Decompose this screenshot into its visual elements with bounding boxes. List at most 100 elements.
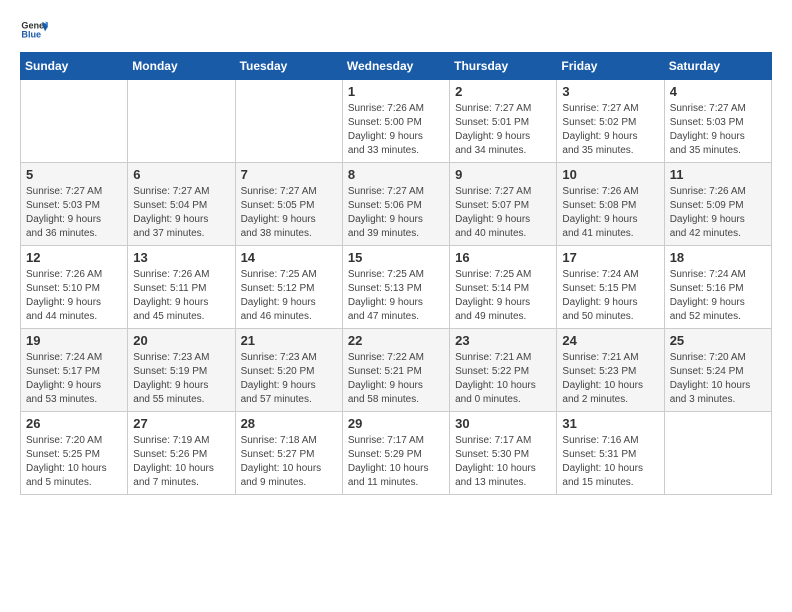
day-number: 22 [348, 333, 444, 348]
day-number: 14 [241, 250, 337, 265]
day-number: 29 [348, 416, 444, 431]
day-number: 21 [241, 333, 337, 348]
day-number: 9 [455, 167, 551, 182]
calendar-day-7: 7 Sunrise: 7:27 AM Sunset: 5:05 PM Daylig… [235, 163, 342, 246]
day-info: Sunrise: 7:23 AM Sunset: 5:19 PM Dayligh… [133, 351, 229, 407]
logo-icon: General Blue [20, 16, 48, 44]
day-number: 5 [26, 167, 122, 182]
svg-text:Blue: Blue [21, 30, 41, 40]
day-info: Sunrise: 7:27 AM Sunset: 5:03 PM Dayligh… [670, 102, 766, 158]
day-info: Sunrise: 7:23 AM Sunset: 5:20 PM Dayligh… [241, 351, 337, 407]
day-info: Sunrise: 7:22 AM Sunset: 5:21 PM Dayligh… [348, 351, 444, 407]
day-info: Sunrise: 7:24 AM Sunset: 5:16 PM Dayligh… [670, 268, 766, 324]
day-info: Sunrise: 7:27 AM Sunset: 5:02 PM Dayligh… [562, 102, 658, 158]
calendar-table: SundayMondayTuesdayWednesdayThursdayFrid… [20, 52, 772, 495]
day-info: Sunrise: 7:27 AM Sunset: 5:03 PM Dayligh… [26, 185, 122, 241]
calendar-day-23: 23Sunrise: 7:21 AM Sunset: 5:22 PM Dayli… [450, 329, 557, 412]
calendar-day-30: 30Sunrise: 7:17 AM Sunset: 5:30 PM Dayli… [450, 412, 557, 495]
day-info: Sunrise: 7:27 AM Sunset: 5:01 PM Dayligh… [455, 102, 551, 158]
calendar-week-row: 5 Sunrise: 7:27 AM Sunset: 5:03 PM Daylig… [21, 163, 772, 246]
day-info: Sunrise: 7:27 AM Sunset: 5:06 PM Dayligh… [348, 185, 444, 241]
calendar-day-16: 16 Sunrise: 7:25 AM Sunset: 5:14 PM Dayli… [450, 246, 557, 329]
calendar-empty-cell [21, 80, 128, 163]
calendar-day-14: 14 Sunrise: 7:25 AM Sunset: 5:12 PM Dayli… [235, 246, 342, 329]
calendar-day-2: 2Sunrise: 7:27 AM Sunset: 5:01 PM Daylig… [450, 80, 557, 163]
day-header-sunday: Sunday [21, 53, 128, 80]
day-info: Sunrise: 7:21 AM Sunset: 5:23 PM Dayligh… [562, 351, 658, 407]
day-info: Sunrise: 7:16 AM Sunset: 5:31 PM Dayligh… [562, 434, 658, 490]
day-info: Sunrise: 7:25 AM Sunset: 5:14 PM Dayligh… [455, 268, 551, 324]
day-info: Sunrise: 7:19 AM Sunset: 5:26 PM Dayligh… [133, 434, 229, 490]
day-number: 25 [670, 333, 766, 348]
day-number: 28 [241, 416, 337, 431]
calendar-day-26: 26Sunrise: 7:20 AM Sunset: 5:25 PM Dayli… [21, 412, 128, 495]
day-number: 12 [26, 250, 122, 265]
calendar-day-6: 6 Sunrise: 7:27 AM Sunset: 5:04 PM Daylig… [128, 163, 235, 246]
day-number: 19 [26, 333, 122, 348]
calendar-day-29: 29 Sunrise: 7:17 AM Sunset: 5:29 PM Dayli… [342, 412, 449, 495]
calendar-day-12: 12 Sunrise: 7:26 AM Sunset: 5:10 PM Dayli… [21, 246, 128, 329]
calendar-day-20: 20 Sunrise: 7:23 AM Sunset: 5:19 PM Dayli… [128, 329, 235, 412]
day-number: 26 [26, 416, 122, 431]
day-info: Sunrise: 7:25 AM Sunset: 5:12 PM Dayligh… [241, 268, 337, 324]
calendar-day-19: 19 Sunrise: 7:24 AM Sunset: 5:17 PM Dayli… [21, 329, 128, 412]
day-number: 18 [670, 250, 766, 265]
calendar-day-24: 24 Sunrise: 7:21 AM Sunset: 5:23 PM Dayli… [557, 329, 664, 412]
calendar-day-18: 18 Sunrise: 7:24 AM Sunset: 5:16 PM Dayli… [664, 246, 771, 329]
day-number: 8 [348, 167, 444, 182]
calendar-day-27: 27 Sunrise: 7:19 AM Sunset: 5:26 PM Dayli… [128, 412, 235, 495]
day-info: Sunrise: 7:17 AM Sunset: 5:29 PM Dayligh… [348, 434, 444, 490]
calendar-day-25: 25 Sunrise: 7:20 AM Sunset: 5:24 PM Dayli… [664, 329, 771, 412]
day-info: Sunrise: 7:27 AM Sunset: 5:05 PM Dayligh… [241, 185, 337, 241]
calendar-day-15: 15 Sunrise: 7:25 AM Sunset: 5:13 PM Dayli… [342, 246, 449, 329]
day-number: 23 [455, 333, 551, 348]
day-number: 7 [241, 167, 337, 182]
calendar-day-22: 22 Sunrise: 7:22 AM Sunset: 5:21 PM Dayli… [342, 329, 449, 412]
day-number: 27 [133, 416, 229, 431]
day-number: 31 [562, 416, 658, 431]
day-header-friday: Friday [557, 53, 664, 80]
calendar-empty-cell [235, 80, 342, 163]
day-header-tuesday: Tuesday [235, 53, 342, 80]
day-info: Sunrise: 7:27 AM Sunset: 5:07 PM Dayligh… [455, 185, 551, 241]
day-info: Sunrise: 7:18 AM Sunset: 5:27 PM Dayligh… [241, 434, 337, 490]
day-header-wednesday: Wednesday [342, 53, 449, 80]
calendar-header-row: SundayMondayTuesdayWednesdayThursdayFrid… [21, 53, 772, 80]
calendar-day-13: 13Sunrise: 7:26 AM Sunset: 5:11 PM Dayli… [128, 246, 235, 329]
calendar-day-17: 17 Sunrise: 7:24 AM Sunset: 5:15 PM Dayli… [557, 246, 664, 329]
day-info: Sunrise: 7:24 AM Sunset: 5:17 PM Dayligh… [26, 351, 122, 407]
day-header-thursday: Thursday [450, 53, 557, 80]
calendar-week-row: 1Sunrise: 7:26 AM Sunset: 5:00 PM Daylig… [21, 80, 772, 163]
day-info: Sunrise: 7:17 AM Sunset: 5:30 PM Dayligh… [455, 434, 551, 490]
calendar-day-8: 8 Sunrise: 7:27 AM Sunset: 5:06 PM Daylig… [342, 163, 449, 246]
day-info: Sunrise: 7:25 AM Sunset: 5:13 PM Dayligh… [348, 268, 444, 324]
day-number: 11 [670, 167, 766, 182]
calendar-day-4: 4 Sunrise: 7:27 AM Sunset: 5:03 PM Daylig… [664, 80, 771, 163]
day-number: 15 [348, 250, 444, 265]
calendar-day-11: 11Sunrise: 7:26 AM Sunset: 5:09 PM Dayli… [664, 163, 771, 246]
day-number: 20 [133, 333, 229, 348]
calendar-week-row: 19 Sunrise: 7:24 AM Sunset: 5:17 PM Dayli… [21, 329, 772, 412]
day-number: 4 [670, 84, 766, 99]
logo: General Blue [20, 16, 48, 44]
calendar-day-10: 10Sunrise: 7:26 AM Sunset: 5:08 PM Dayli… [557, 163, 664, 246]
day-info: Sunrise: 7:26 AM Sunset: 5:08 PM Dayligh… [562, 185, 658, 241]
page-header: General Blue [20, 16, 772, 44]
day-header-monday: Monday [128, 53, 235, 80]
day-number: 16 [455, 250, 551, 265]
day-number: 24 [562, 333, 658, 348]
day-info: Sunrise: 7:26 AM Sunset: 5:10 PM Dayligh… [26, 268, 122, 324]
day-number: 13 [133, 250, 229, 265]
day-number: 17 [562, 250, 658, 265]
day-number: 6 [133, 167, 229, 182]
calendar-day-1: 1Sunrise: 7:26 AM Sunset: 5:00 PM Daylig… [342, 80, 449, 163]
calendar-empty-cell [128, 80, 235, 163]
day-info: Sunrise: 7:20 AM Sunset: 5:24 PM Dayligh… [670, 351, 766, 407]
day-info: Sunrise: 7:24 AM Sunset: 5:15 PM Dayligh… [562, 268, 658, 324]
calendar-day-28: 28 Sunrise: 7:18 AM Sunset: 5:27 PM Dayli… [235, 412, 342, 495]
calendar-day-21: 21 Sunrise: 7:23 AM Sunset: 5:20 PM Dayli… [235, 329, 342, 412]
calendar-week-row: 26Sunrise: 7:20 AM Sunset: 5:25 PM Dayli… [21, 412, 772, 495]
day-number: 3 [562, 84, 658, 99]
day-info: Sunrise: 7:27 AM Sunset: 5:04 PM Dayligh… [133, 185, 229, 241]
calendar-week-row: 12 Sunrise: 7:26 AM Sunset: 5:10 PM Dayli… [21, 246, 772, 329]
